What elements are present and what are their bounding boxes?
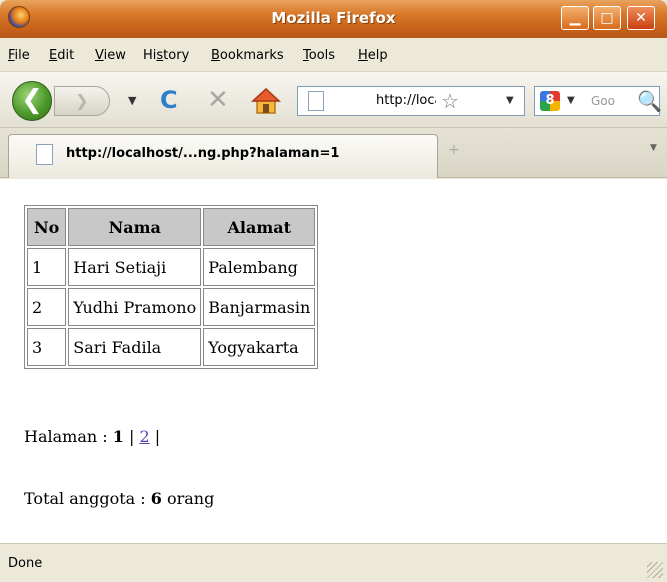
menu-edit[interactable]: Edit [49, 48, 74, 63]
menu-file[interactable]: File [8, 48, 30, 63]
cell-nama: Sari Fadila [68, 328, 202, 366]
cell-no: 3 [27, 328, 67, 366]
resize-grip[interactable] [647, 562, 663, 578]
bookmark-star-icon[interactable]: ☆ [441, 89, 459, 113]
home-icon[interactable] [250, 85, 282, 117]
new-tab-icon[interactable]: + [448, 142, 460, 158]
menu-history[interactable]: History [143, 48, 189, 63]
status-bar: Done [0, 543, 667, 582]
table-header-row: No Nama Alamat [27, 208, 316, 246]
search-bar[interactable]: 8 ▼ Goo 🔍 [534, 86, 662, 116]
stop-button[interactable]: ✕ [207, 85, 229, 115]
cell-alamat: Palembang [203, 248, 316, 286]
history-dropdown-icon[interactable]: ▼ [128, 94, 136, 107]
cell-no: 1 [27, 248, 67, 286]
page-icon [36, 144, 53, 165]
table-row: 1 Hari Setiaji Palembang [27, 248, 316, 286]
total-unit: orang [161, 489, 215, 508]
url-dropdown-icon[interactable]: ▼ [506, 95, 514, 106]
maximize-button[interactable]: □ [593, 6, 621, 30]
tab-label: http://localhost/...ng.php?halaman=1 [66, 146, 340, 161]
cell-nama: Hari Setiaji [68, 248, 202, 286]
tab-strip: http://localhost/...ng.php?halaman=1 + ▼ [0, 128, 667, 178]
url-input[interactable]: http://localhost/ [376, 93, 436, 108]
members-table: No Nama Alamat 1 Hari Setiaji Palembang … [24, 205, 319, 369]
search-icon[interactable]: 🔍 [637, 89, 662, 113]
back-button[interactable]: ❮ [12, 81, 52, 121]
menu-view[interactable]: View [95, 48, 126, 63]
search-engine-icon[interactable]: 8 [540, 91, 560, 111]
navigation-toolbar: ❮ ❯ ▼ C ✕ http://localhost/ ☆ ▼ 8 ▼ Goo … [0, 72, 667, 128]
cell-alamat: Yogyakarta [203, 328, 316, 366]
pagination-label: Halaman : [24, 427, 113, 446]
total-label: Total anggota : [24, 489, 151, 508]
minimize-button[interactable]: ▁ [561, 6, 589, 30]
table-row: 2 Yudhi Pramono Banjarmasin [27, 288, 316, 326]
search-engine-dropdown-icon[interactable]: ▼ [567, 95, 575, 106]
pagination-end: | [149, 427, 161, 446]
back-arrow-icon: ❮ [21, 85, 43, 115]
url-bar[interactable]: http://localhost/ ☆ ▼ [297, 86, 525, 116]
forward-arrow-icon: ❯ [75, 91, 89, 110]
close-window-button[interactable]: ✕ [627, 6, 655, 30]
title-bar: Mozilla Firefox ▁ □ ✕ [0, 0, 667, 38]
page-2-link[interactable]: 2 [139, 427, 149, 446]
column-header-alamat: Alamat [203, 208, 316, 246]
page-icon [308, 91, 324, 111]
total-count: 6 [150, 489, 162, 508]
current-page: 1 [112, 427, 124, 446]
column-header-no: No [27, 208, 67, 246]
menu-help[interactable]: Help [358, 48, 388, 63]
status-text: Done [8, 556, 43, 571]
page-content: No Nama Alamat 1 Hari Setiaji Palembang … [0, 179, 667, 543]
tab-list-icon[interactable]: ▼ [650, 143, 657, 153]
menu-tools[interactable]: Tools [303, 48, 335, 63]
table-row: 3 Sari Fadila Yogyakarta [27, 328, 316, 366]
cell-alamat: Banjarmasin [203, 288, 316, 326]
forward-button[interactable]: ❯ [54, 86, 110, 116]
pagination: Halaman : 1 | 2 | [24, 427, 160, 446]
reload-button[interactable]: C [160, 86, 178, 114]
column-header-nama: Nama [68, 208, 202, 246]
menu-bar: File Edit View History Bookmarks Tools H… [0, 38, 667, 72]
search-input[interactable]: Goo [591, 94, 615, 108]
cell-no: 2 [27, 288, 67, 326]
menu-bookmarks[interactable]: Bookmarks [211, 48, 284, 63]
pagination-separator: | [123, 427, 140, 446]
tab-active[interactable]: http://localhost/...ng.php?halaman=1 [8, 134, 438, 178]
cell-nama: Yudhi Pramono [68, 288, 202, 326]
member-total: Total anggota : 6 orang [24, 489, 214, 508]
